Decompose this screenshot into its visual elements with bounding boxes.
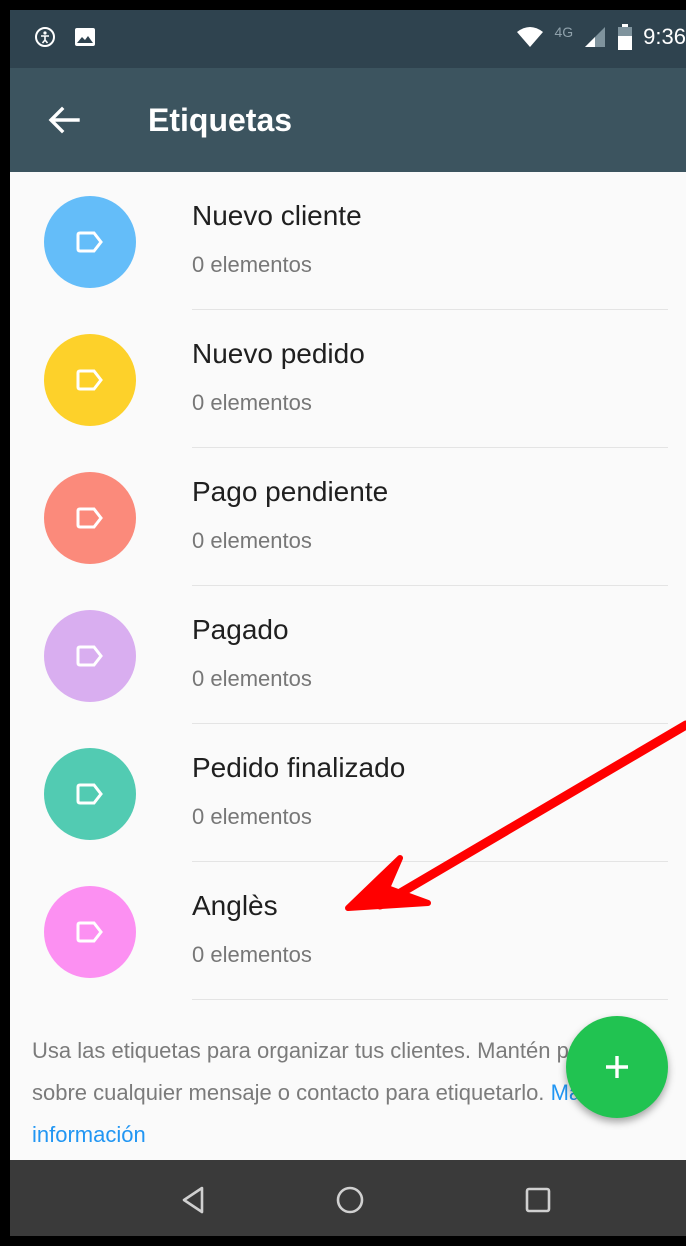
- label-count: 0 elementos: [192, 252, 312, 277]
- label-tag-icon: [76, 231, 103, 253]
- system-nav-bar: [10, 1160, 686, 1236]
- label-tag-icon: [76, 507, 103, 529]
- label-count: 0 elementos: [192, 390, 312, 415]
- network-type: 4G: [554, 24, 574, 40]
- label-count: 0 elementos: [192, 804, 312, 829]
- nav-home-icon[interactable]: [330, 1180, 370, 1220]
- status-bar: 4G 9:36: [10, 10, 686, 68]
- label-item-angles[interactable]: Anglès 0 elementos: [10, 862, 686, 1000]
- label-item-pagado[interactable]: Pagado 0 elementos: [10, 586, 686, 724]
- battery-icon: [618, 24, 633, 50]
- label-avatar: [44, 610, 136, 702]
- label-item-nuevo-cliente[interactable]: Nuevo cliente 0 elementos: [10, 172, 686, 310]
- label-item-pago-pendiente[interactable]: Pago pendiente 0 elementos: [10, 448, 686, 586]
- label-name: Nuevo pedido: [192, 338, 365, 369]
- label-item-pedido-finalizado[interactable]: Pedido finalizado 0 elementos: [10, 724, 686, 862]
- label-avatar: [44, 472, 136, 564]
- label-name: Pedido finalizado: [192, 752, 406, 783]
- label-count: 0 elementos: [192, 666, 312, 691]
- app-bar: Etiquetas: [10, 68, 686, 172]
- back-arrow-icon[interactable]: [44, 100, 84, 140]
- signal-icon: [585, 27, 606, 47]
- labels-list: Nuevo cliente 0 elementos Nuevo pedido 0…: [10, 172, 686, 1000]
- label-count: 0 elementos: [192, 528, 312, 553]
- label-avatar: [44, 196, 136, 288]
- label-item-nuevo-pedido[interactable]: Nuevo pedido 0 elementos: [10, 310, 686, 448]
- label-name: Pago pendiente: [192, 476, 389, 507]
- plus-icon: [606, 1056, 628, 1078]
- wifi-icon: [517, 27, 544, 47]
- nav-back-icon[interactable]: [174, 1180, 214, 1220]
- label-name: Pagado: [192, 614, 289, 645]
- label-tag-icon: [76, 783, 103, 805]
- label-avatar: [44, 334, 136, 426]
- label-tag-icon: [76, 645, 103, 667]
- label-avatar: [44, 748, 136, 840]
- page-title: Etiquetas: [148, 102, 293, 138]
- nav-recents-icon[interactable]: [518, 1180, 558, 1220]
- divider: [192, 999, 668, 1000]
- label-name: Anglès: [192, 890, 278, 921]
- label-avatar: [44, 886, 136, 978]
- clock: 9:36: [643, 24, 686, 49]
- label-count: 0 elementos: [192, 942, 312, 967]
- add-label-button[interactable]: [566, 1016, 668, 1118]
- image-notification-icon: [75, 28, 95, 46]
- label-name: Nuevo cliente: [192, 200, 362, 231]
- label-tag-icon: [76, 921, 103, 943]
- label-tag-icon: [76, 369, 103, 391]
- accessibility-icon: [35, 27, 55, 47]
- screen: 4G 9:36 Etiquetas Nuevo cliente 0 elemen…: [10, 10, 686, 1236]
